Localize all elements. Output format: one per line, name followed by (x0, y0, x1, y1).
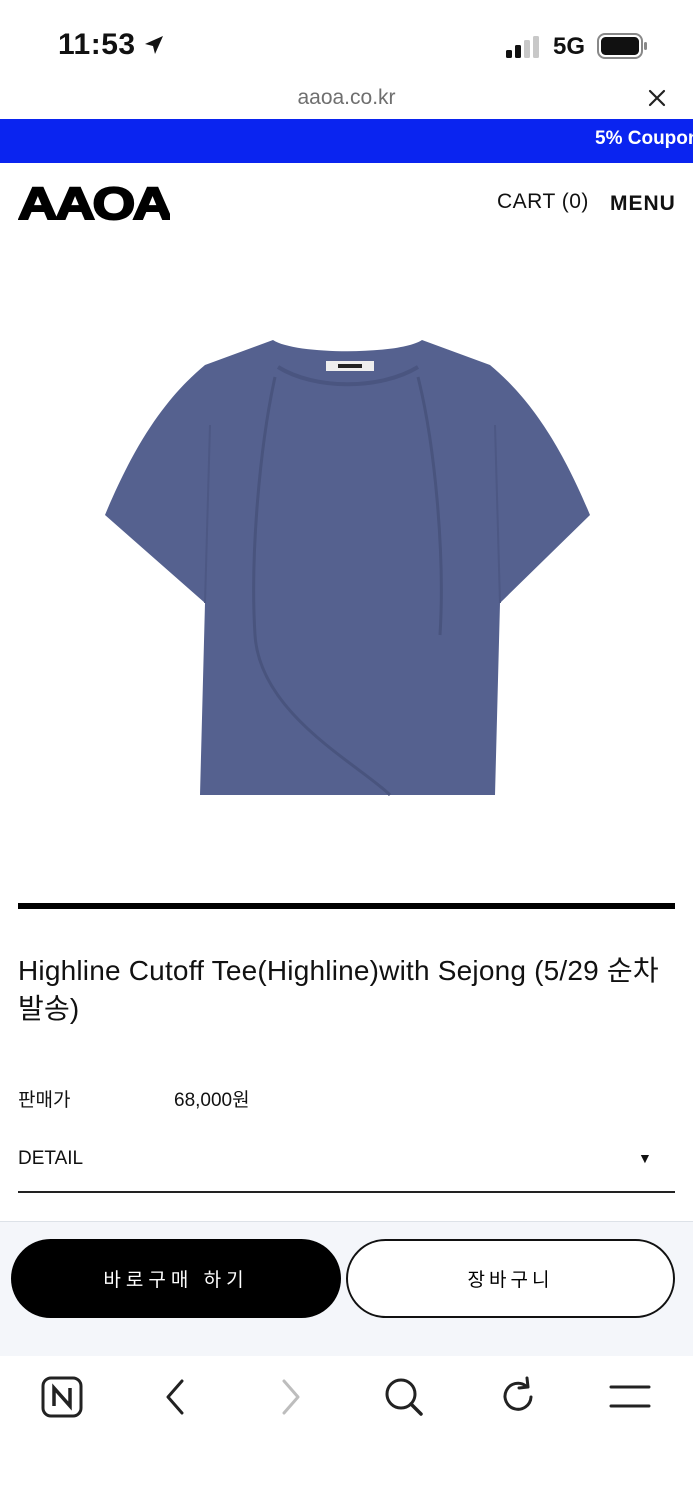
forward-icon[interactable] (268, 1375, 312, 1419)
menu-icon[interactable] (608, 1375, 652, 1419)
close-icon[interactable] (645, 86, 669, 110)
signal-icon (506, 36, 539, 58)
reload-icon[interactable] (496, 1375, 540, 1419)
coupon-banner[interactable]: 5% Coupon (0, 119, 693, 163)
menu-button[interactable]: MENU (610, 192, 676, 216)
product-title: Highline Cutoff Tee(Highline)with Sejong… (18, 955, 659, 1024)
price-label: 판매가 (18, 1090, 71, 1111)
cart-link[interactable]: CART (0) (497, 190, 589, 214)
battery-icon (597, 33, 647, 59)
buy-now-label: 바로구매 하기 (103, 1270, 249, 1291)
search-icon[interactable] (382, 1375, 426, 1419)
price-value: 68,000원 (174, 1090, 250, 1111)
naver-home-icon[interactable] (40, 1375, 84, 1419)
browser-toolbar (0, 1356, 693, 1500)
detail-toggle[interactable]: DETAIL (18, 1148, 83, 1170)
product-tshirt-image (105, 340, 590, 797)
location-arrow-icon (145, 36, 163, 54)
buy-now-button[interactable]: 바로구매 하기 (11, 1239, 341, 1318)
back-icon[interactable] (154, 1375, 198, 1419)
status-bar: 11:53 5G (0, 0, 693, 88)
status-time: 11:53 (58, 28, 136, 61)
chevron-down-icon[interactable]: ▼ (638, 1150, 652, 1166)
coupon-banner-text[interactable]: 5% Coupon (595, 128, 693, 150)
add-to-cart-button[interactable]: 장바구니 (346, 1239, 675, 1318)
logo-text: AAOA (18, 179, 170, 223)
url-text[interactable]: aaoa.co.kr (0, 86, 693, 110)
section-divider (18, 903, 675, 909)
aaoa-logo[interactable]: AAOA (18, 179, 170, 223)
network-type: 5G (553, 33, 586, 60)
add-to-cart-label: 장바구니 (467, 1270, 554, 1291)
detail-divider (18, 1191, 675, 1193)
address-bar[interactable]: aaoa.co.kr (0, 80, 693, 118)
